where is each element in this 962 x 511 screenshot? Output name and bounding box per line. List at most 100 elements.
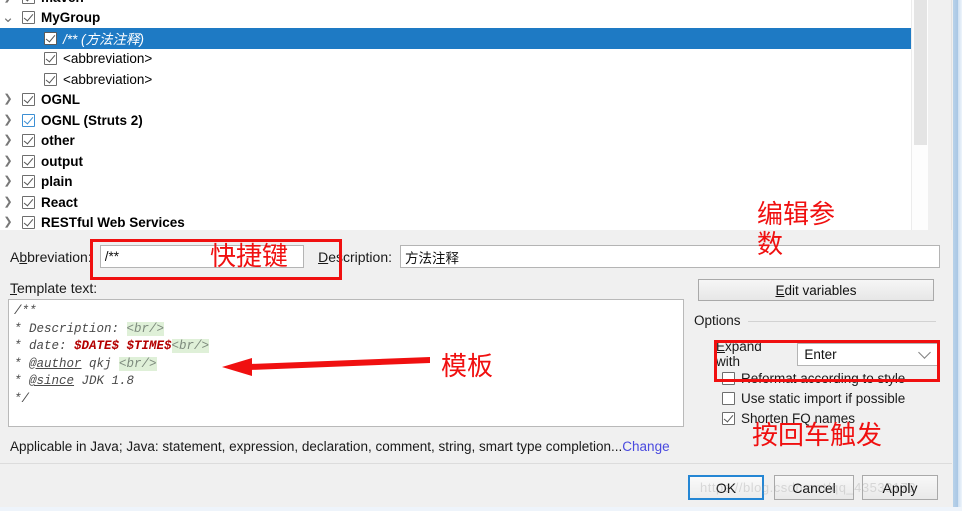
chevron-right-icon[interactable]: ❯ xyxy=(0,114,16,126)
code-token-plain: qkj xyxy=(81,356,120,371)
options-group: Options Expand with Enter Reformat accor… xyxy=(694,313,938,431)
chevron-right-icon[interactable]: ❯ xyxy=(0,217,16,228)
checkbox-box xyxy=(722,392,735,405)
code-line: * date: $DATE$ $TIME$<br/> xyxy=(14,338,683,356)
tree-item-checkbox[interactable] xyxy=(22,154,35,168)
code-token-plain: /** xyxy=(14,304,37,318)
expand-with-value: Enter xyxy=(804,346,837,362)
code-token-plain: JDK 1.8 xyxy=(74,374,135,388)
apply-button-label: Apply xyxy=(882,479,918,496)
tree-vertical-scrollbar[interactable] xyxy=(911,0,928,230)
tree-item-label: output xyxy=(41,153,83,169)
code-line: /** xyxy=(14,303,683,321)
code-token-plain: * xyxy=(14,356,30,371)
tree-item-abbreviation[interactable]: <abbreviation> xyxy=(0,69,928,90)
tree-item-abbreviation[interactable]: <abbreviation> xyxy=(0,49,928,70)
expand-with-row: Expand with Enter xyxy=(716,339,938,369)
description-input[interactable] xyxy=(400,245,940,268)
settings-dialog: ❯ maven ⌄ MyGroup /** (方法注释) <abbreviation> <a… xyxy=(0,0,962,511)
code-token-plain: * xyxy=(14,374,30,388)
tree-item-plain[interactable]: ❯ plain xyxy=(0,172,928,193)
chevron-down-icon[interactable]: ⌄ xyxy=(0,10,16,25)
applicable-text: Applicable in Java; Java: statement, exp… xyxy=(10,439,623,454)
apply-button[interactable]: Apply xyxy=(862,475,938,500)
template-editor-form: Abbreviation: Description: Template text… xyxy=(0,231,952,511)
template-code[interactable]: /** * Description: <br/> * date: $DATE$ $T… xyxy=(14,303,683,408)
code-token-tag: <br/> xyxy=(126,321,165,336)
options-group-title: Options xyxy=(694,313,747,328)
tree-item-checkbox[interactable] xyxy=(22,216,35,230)
code-token-plain: */ xyxy=(14,391,30,406)
code-token-var: $DATE$ $TIME$ xyxy=(74,339,172,353)
chevron-right-icon[interactable]: ❯ xyxy=(0,94,16,105)
tree-item-react[interactable]: ❯ React xyxy=(0,192,928,213)
code-line: * Description: <br/> xyxy=(14,321,683,339)
tree-item-maven[interactable]: ❯ maven xyxy=(0,0,928,8)
code-token-ul: @since xyxy=(29,374,75,388)
expand-with-select[interactable]: Enter xyxy=(797,342,938,366)
tree-item-label: <abbreviation> xyxy=(63,51,153,67)
static-import-label: Use static import if possible xyxy=(741,391,906,406)
cancel-button[interactable]: Cancel xyxy=(774,475,854,500)
tree-item-checkbox[interactable] xyxy=(44,52,57,66)
edit-variables-button[interactable]: Edit variables xyxy=(698,279,934,301)
template-text-editor[interactable]: /** * Description: <br/> * date: $DATE$ $T… xyxy=(8,299,684,427)
tree-item-label: maven xyxy=(41,0,84,5)
chevron-right-icon[interactable]: ❯ xyxy=(0,196,16,208)
tree-item-[interactable]: /** (方法注释) xyxy=(0,28,928,49)
tree-item-checkbox[interactable] xyxy=(44,72,57,86)
dialog-bottom-border xyxy=(0,507,962,511)
tree-item-checkbox[interactable] xyxy=(22,195,35,209)
tree-item-checkbox[interactable] xyxy=(22,11,35,25)
ok-button[interactable]: OK xyxy=(688,475,764,500)
abbreviation-input[interactable] xyxy=(99,245,305,268)
abbreviation-row: Abbreviation: Description: xyxy=(10,245,940,268)
tree-item-checkbox[interactable] xyxy=(22,93,35,107)
code-token-tag: <br/> xyxy=(171,339,210,353)
tree-item-ognl[interactable]: ❯ OGNL xyxy=(0,90,928,111)
tree-scrollbar-thumb[interactable] xyxy=(914,0,927,145)
chevron-right-icon[interactable]: ❯ xyxy=(0,0,16,3)
tree-item-other[interactable]: ❯ other xyxy=(0,131,928,152)
tree-item-checkbox[interactable] xyxy=(22,175,35,189)
checkbox-box xyxy=(722,372,735,385)
live-templates-tree[interactable]: ❯ maven ⌄ MyGroup /** (方法注释) <abbreviation> <a… xyxy=(0,0,928,230)
edit-variables-label: Edit variables xyxy=(775,282,857,298)
chevron-right-icon[interactable]: ❯ xyxy=(0,176,16,187)
shorten-fq-names-label: Shorten FQ names xyxy=(741,411,856,426)
chevron-right-icon[interactable]: ❯ xyxy=(0,155,16,167)
tree-item-label: plain xyxy=(41,174,73,190)
tree-item-label: other xyxy=(41,133,75,149)
cancel-button-label: Cancel xyxy=(792,479,836,496)
static-import-checkbox[interactable]: Use static import if possible xyxy=(722,391,905,406)
tree-item-restful-web-services[interactable]: ❯ RESTful Web Services xyxy=(0,213,928,230)
code-line: * @author qkj <br/> xyxy=(14,356,683,374)
tree-item-label: MyGroup xyxy=(41,10,101,26)
applicable-context-bar: Applicable in Java; Java: statement, exp… xyxy=(10,439,670,454)
tree-item-label: <abbreviation> xyxy=(63,71,153,87)
tree-item-checkbox[interactable] xyxy=(22,134,35,148)
tree-item-checkbox[interactable] xyxy=(44,31,57,45)
tree-item-ognl-struts-2[interactable]: ❯ OGNL (Struts 2) xyxy=(0,110,928,131)
tree-item-output[interactable]: ❯ output xyxy=(0,151,928,172)
chevron-right-icon[interactable]: ❯ xyxy=(0,135,16,146)
tree-item-checkbox[interactable] xyxy=(22,113,35,127)
tree-item-label: React xyxy=(41,194,78,210)
ok-button-label: OK xyxy=(715,479,737,496)
tree-item-label: RESTful Web Services xyxy=(41,215,185,230)
shorten-fq-names-checkbox[interactable]: Shorten FQ names xyxy=(722,411,855,426)
expand-with-label: Expand with xyxy=(716,339,762,369)
code-token-plain: * Description: xyxy=(14,321,127,336)
change-context-link[interactable]: Change xyxy=(622,439,669,454)
template-text-label: Template text: xyxy=(10,280,98,296)
reformat-label: Reformat according to style xyxy=(741,371,906,386)
code-token-tag: <br/> xyxy=(119,356,157,371)
tree-item-checkbox[interactable] xyxy=(22,0,35,4)
code-line: * @since JDK 1.8 xyxy=(14,373,683,391)
reformat-checkbox[interactable]: Reformat according to style xyxy=(722,371,905,386)
tree-item-mygroup[interactable]: ⌄ MyGroup xyxy=(0,8,928,29)
dialog-right-border xyxy=(952,0,962,511)
checkbox-box xyxy=(722,412,735,425)
code-token-plain: * date: xyxy=(14,339,75,353)
chevron-down-icon xyxy=(918,345,931,359)
